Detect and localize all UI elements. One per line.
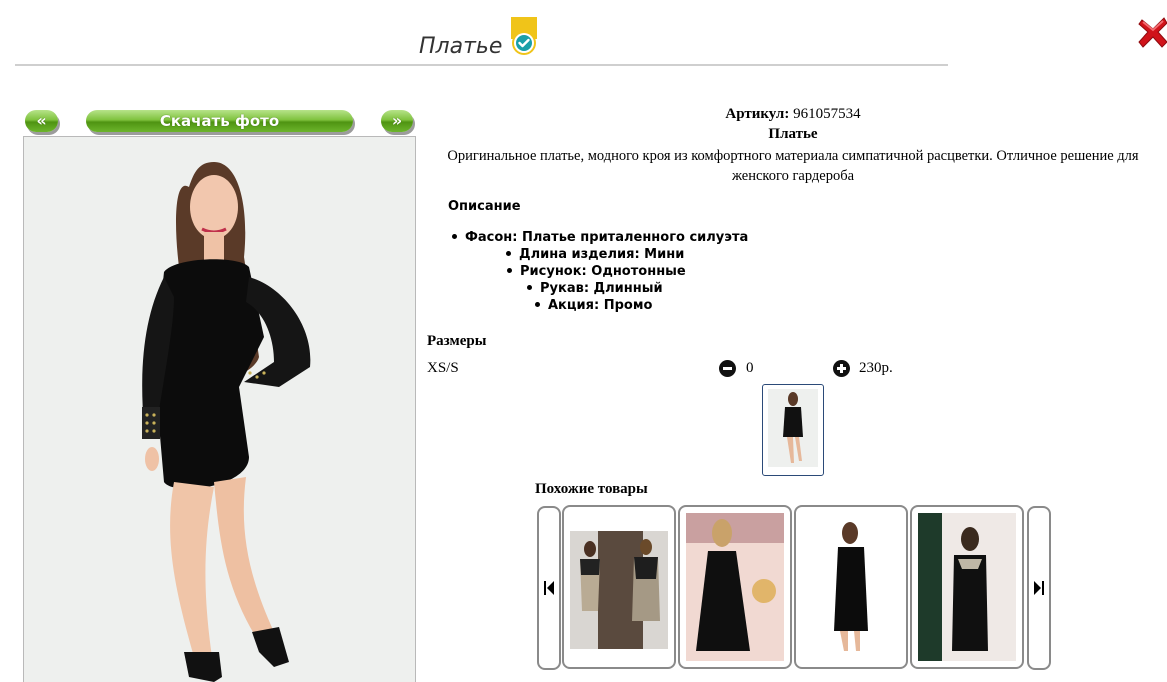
decrease-quantity-icon[interactable] [719,360,736,377]
size-price: 230р. [859,360,893,376]
bullet-icon [452,234,457,239]
similar-product-item[interactable] [794,505,908,669]
spec-item: Рисунок: Однотонные [507,264,686,279]
article-value: 961057534 [793,106,861,122]
size-name: XS/S [427,360,459,376]
product-description: Оригинальное платье, модного кроя из ком… [447,148,1139,184]
page-title: Платье [419,34,503,59]
article-label: Артикул: [725,106,790,122]
prev-photo-button[interactable]: « [25,110,58,132]
download-photo-button[interactable]: Скачать фото [86,110,353,132]
bullet-icon [507,268,512,273]
spec-item: Фасон: Платье приталенного силуэта [452,230,748,245]
quantity-value: 0 [746,360,754,376]
article-line: Артикул: 961057534 [426,106,1160,123]
spec-item: Длина изделия: Мини [506,247,684,262]
bullet-icon [506,251,511,256]
product-name: Платье [768,126,818,142]
specs-heading: Описание [448,199,521,214]
spec-item: Акция: Промо [535,298,652,313]
carousel-prev-button[interactable] [537,506,561,670]
similar-product-item[interactable] [910,505,1024,669]
verified-check-icon [511,17,537,55]
sizes-heading: Размеры [427,333,487,349]
similar-products-heading: Похожие товары [535,481,648,497]
spec-item: Рукав: Длинный [527,281,663,296]
main-product-photo [23,136,416,682]
increase-quantity-icon[interactable] [833,360,850,377]
skip-back-icon [544,581,554,595]
similar-product-item[interactable] [562,505,676,669]
close-icon[interactable] [1138,15,1167,49]
header-divider [15,64,948,66]
bullet-icon [527,285,532,290]
next-photo-button[interactable]: » [381,110,413,132]
skip-forward-icon [1034,581,1044,595]
carousel-next-button[interactable] [1027,506,1051,670]
header: Платье [0,14,948,66]
photo-thumbnail[interactable] [762,384,824,476]
bullet-icon [535,302,540,307]
similar-product-item[interactable] [678,505,792,669]
